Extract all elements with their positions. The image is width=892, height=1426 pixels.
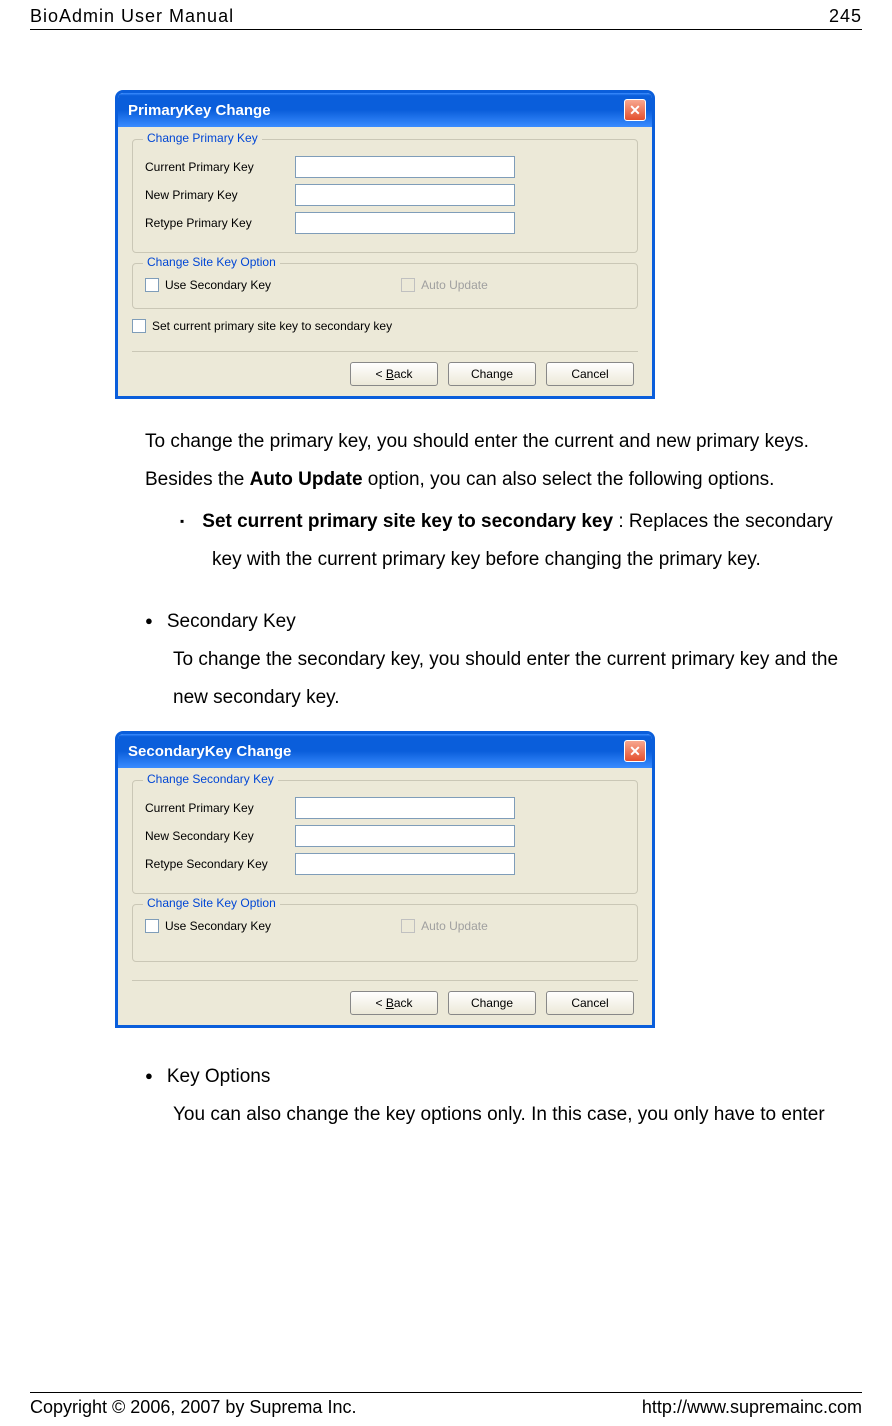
form-row: New Primary Key <box>145 184 625 206</box>
groupbox-legend: Change Site Key Option <box>143 896 280 910</box>
use-secondary-key-checkbox[interactable] <box>145 278 159 292</box>
use-secondary-key-label: Use Secondary Key <box>165 278 271 292</box>
auto-update-label: Auto Update <box>421 278 488 292</box>
new-secondary-key-input[interactable] <box>295 825 515 847</box>
cancel-button[interactable]: Cancel <box>546 362 634 386</box>
use-secondary-key-label: Use Secondary Key <box>165 919 271 933</box>
option-row: Auto Update <box>401 919 488 933</box>
form-row: New Secondary Key <box>145 825 625 847</box>
page-number: 245 <box>829 6 862 27</box>
option-row: Set current primary site key to secondar… <box>132 319 638 333</box>
change-button[interactable]: Change <box>448 991 536 1015</box>
current-primary-key-input[interactable] <box>295 156 515 178</box>
paragraph: You can also change the key options only… <box>173 1096 852 1134</box>
list-item: Set current primary site key to secondar… <box>180 503 852 579</box>
retype-secondary-key-label: Retype Secondary Key <box>145 857 295 871</box>
auto-update-checkbox <box>401 278 415 292</box>
button-row: < Back Change Cancel <box>132 991 638 1015</box>
dialog-body: Change Secondary Key Current Primary Key… <box>118 768 652 1025</box>
button-row: < Back Change Cancel <box>132 362 638 386</box>
change-site-key-option-group: Change Site Key Option Use Secondary Key… <box>132 904 638 962</box>
primary-key-dialog: PrimaryKey Change ✕ Change Primary Key C… <box>115 90 655 399</box>
paragraph: To change the secondary key, you should … <box>173 641 852 717</box>
bullet-list: Secondary Key <box>145 603 852 641</box>
groupbox-legend: Change Site Key Option <box>143 255 280 269</box>
retype-secondary-key-input[interactable] <box>295 853 515 875</box>
secondary-key-dialog: SecondaryKey Change ✕ Change Secondary K… <box>115 731 655 1028</box>
separator <box>132 351 638 352</box>
page-footer: Copyright © 2006, 2007 by Suprema Inc. h… <box>30 1392 862 1418</box>
new-primary-key-input[interactable] <box>295 184 515 206</box>
change-site-key-option-group: Change Site Key Option Use Secondary Key… <box>132 263 638 309</box>
bullet-list: Key Options <box>145 1058 852 1096</box>
form-row: Current Primary Key <box>145 797 625 819</box>
dialog-body: Change Primary Key Current Primary Key N… <box>118 127 652 396</box>
set-secondary-checkbox[interactable] <box>132 319 146 333</box>
change-button[interactable]: Change <box>448 362 536 386</box>
dialog-titlebar: SecondaryKey Change ✕ <box>118 734 652 768</box>
groupbox-legend: Change Secondary Key <box>143 772 278 786</box>
dialog-title: SecondaryKey Change <box>128 743 291 760</box>
bold-auto-update: Auto Update <box>250 469 363 490</box>
footer-rule <box>30 1392 862 1393</box>
set-secondary-label: Set current primary site key to secondar… <box>152 319 392 333</box>
bullet-list: Set current primary site key to secondar… <box>180 503 852 579</box>
header-title: BioAdmin User Manual <box>30 6 234 27</box>
paragraph: To change the primary key, you should en… <box>145 423 852 499</box>
current-primary-key-label: Current Primary Key <box>145 801 295 815</box>
groupbox-legend: Change Primary Key <box>143 131 262 145</box>
back-button[interactable]: < Back <box>350 362 438 386</box>
separator <box>132 980 638 981</box>
copyright-text: Copyright © 2006, 2007 by Suprema Inc. <box>30 1397 356 1418</box>
close-icon[interactable]: ✕ <box>624 740 646 762</box>
dialog-title: PrimaryKey Change <box>128 102 271 119</box>
form-row: Retype Primary Key <box>145 212 625 234</box>
page-header: BioAdmin User Manual 245 <box>0 0 892 29</box>
close-icon[interactable]: ✕ <box>624 99 646 121</box>
form-row: Retype Secondary Key <box>145 853 625 875</box>
cancel-button[interactable]: Cancel <box>546 991 634 1015</box>
change-secondary-key-group: Change Secondary Key Current Primary Key… <box>132 780 638 894</box>
retype-primary-key-label: Retype Primary Key <box>145 216 295 230</box>
new-primary-key-label: New Primary Key <box>145 188 295 202</box>
content-area: PrimaryKey Change ✕ Change Primary Key C… <box>0 30 892 1154</box>
key-options-heading: Key Options <box>145 1058 852 1096</box>
current-primary-key-input[interactable] <box>295 797 515 819</box>
use-secondary-key-checkbox[interactable] <box>145 919 159 933</box>
option-row: Auto Update <box>401 278 488 292</box>
option-row: Use Secondary Key <box>145 278 271 292</box>
auto-update-checkbox <box>401 919 415 933</box>
dialog-titlebar: PrimaryKey Change ✕ <box>118 93 652 127</box>
option-row: Use Secondary Key <box>145 919 271 933</box>
bold-set-secondary: Set current primary site key to secondar… <box>202 511 613 532</box>
new-secondary-key-label: New Secondary Key <box>145 829 295 843</box>
secondary-key-heading: Secondary Key <box>145 603 852 641</box>
back-button[interactable]: < Back <box>350 991 438 1015</box>
current-primary-key-label: Current Primary Key <box>145 160 295 174</box>
footer-url: http://www.supremainc.com <box>642 1397 862 1418</box>
retype-primary-key-input[interactable] <box>295 212 515 234</box>
auto-update-label: Auto Update <box>421 919 488 933</box>
change-primary-key-group: Change Primary Key Current Primary Key N… <box>132 139 638 253</box>
form-row: Current Primary Key <box>145 156 625 178</box>
